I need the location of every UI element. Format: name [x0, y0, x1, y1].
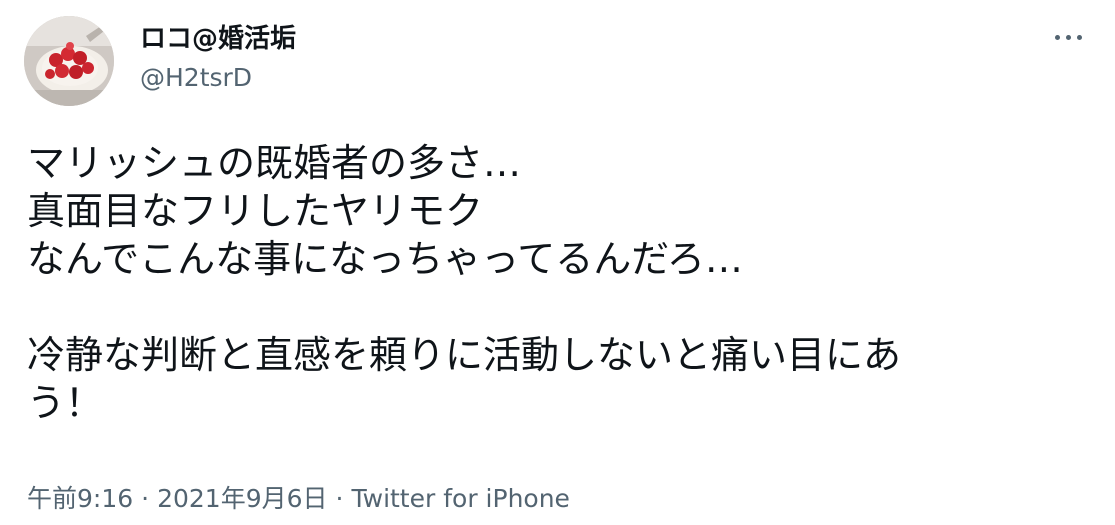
- tweet-date: 2021年9月6日: [157, 484, 328, 513]
- tweet-text-line: マリッシュの既婚者の多さ…: [27, 141, 522, 185]
- tweet-meta: 午前9:16 · 2021年9月6日 · Twitter for iPhone: [27, 483, 570, 515]
- meta-separator: ·: [141, 484, 150, 513]
- more-horizontal-icon: [1054, 34, 1060, 40]
- tweet-time: 午前9:16: [27, 484, 134, 513]
- more-options-button[interactable]: [1048, 24, 1088, 50]
- display-name[interactable]: ロコ@婚活垢: [140, 22, 296, 56]
- more-horizontal-icon: [1065, 34, 1071, 40]
- avatar[interactable]: [24, 16, 114, 106]
- tweet-text-line: なんでこんな事になっちゃってるんだろ…: [27, 237, 743, 281]
- tweet-text-line: 冷静な判断と直感を頼りに活動しないと痛い目にあ: [27, 333, 902, 377]
- tweet-card: ロコ@婚活垢 @H2tsrD マリッシュの既婚者の多さ… 真面目なフリしたヤリモ…: [0, 0, 1115, 525]
- user-handle[interactable]: @H2tsrD: [140, 62, 252, 94]
- tweet-source-link[interactable]: Twitter for iPhone: [351, 484, 569, 513]
- meta-separator: ·: [335, 484, 344, 513]
- avatar-strawberry-cake-icon: [24, 16, 114, 106]
- tweet-text: マリッシュの既婚者の多さ… 真面目なフリしたヤリモク なんでこんな事になっちゃっ…: [27, 139, 1087, 427]
- more-horizontal-icon: [1076, 34, 1082, 40]
- tweet-timestamp-link[interactable]: 午前9:16 · 2021年9月6日: [27, 484, 328, 513]
- tweet-text-line: 真面目なフリしたヤリモク: [27, 189, 484, 233]
- tweet-text-line: う！: [27, 381, 104, 425]
